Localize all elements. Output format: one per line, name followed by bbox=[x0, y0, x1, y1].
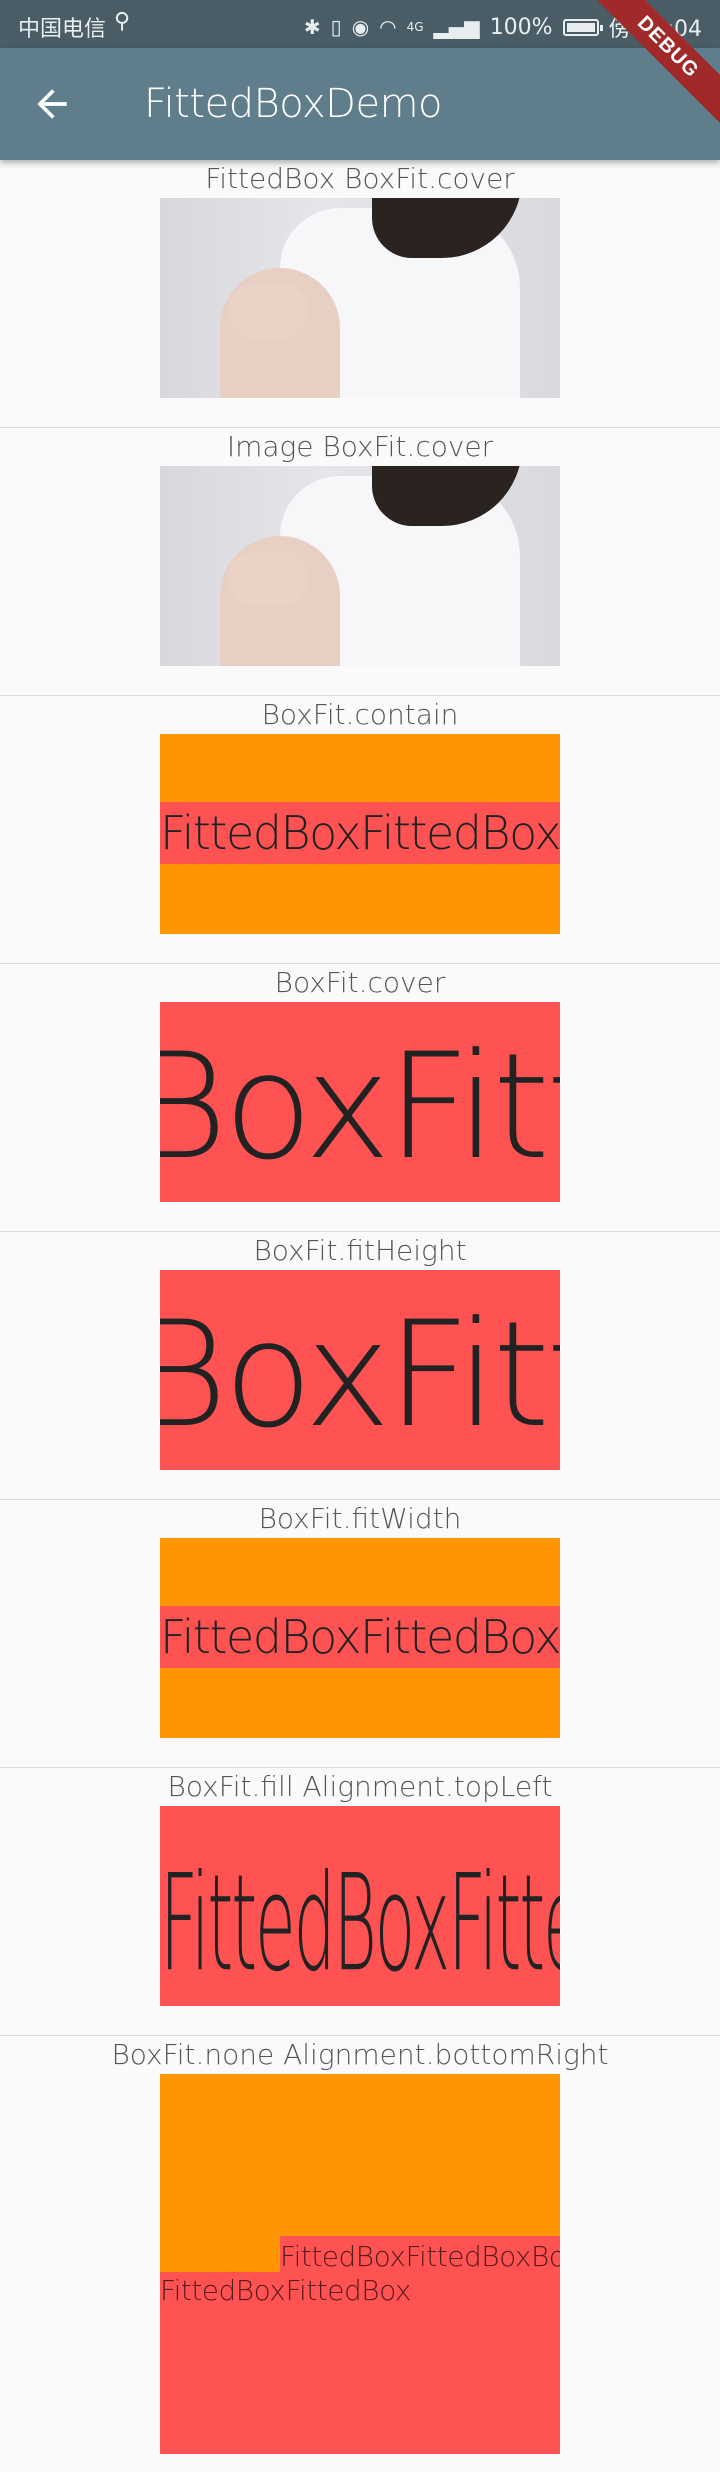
portrait-photo bbox=[160, 466, 560, 666]
fitted-box: FittedBoxFittedBox bbox=[160, 1538, 560, 1738]
network-type-label: 4G bbox=[406, 20, 424, 34]
demo-fit-width: BoxFit.fitWidth FittedBoxFittedBox bbox=[0, 1500, 720, 1768]
carrier-label: 中国电信 bbox=[18, 17, 107, 42]
demo-fittedbox-cover: FittedBox BoxFit.cover bbox=[0, 160, 720, 428]
fitted-box: FittedBoxFittedBox bbox=[160, 734, 560, 934]
fitted-box: FittedBoxFittedBox bbox=[160, 1806, 560, 2006]
fitted-box: BoxFitt bbox=[160, 1002, 560, 1202]
section-label: BoxFit.fitHeight bbox=[253, 1234, 467, 1267]
section-label: BoxFit.fitWidth bbox=[258, 1502, 462, 1535]
fitted-box: FittedBoxFittedBoxBox FittedBoxFittedBox bbox=[160, 2074, 560, 2454]
fitted-text: FittedBoxFittedBox bbox=[160, 1610, 560, 1664]
fitted-text: FittedBoxFittedBox bbox=[160, 1846, 560, 2002]
wifi-icon: ◠ bbox=[379, 15, 397, 39]
fitted-text: BoxFitt bbox=[160, 1022, 560, 1192]
usb-icon: ⚲ bbox=[114, 9, 131, 34]
section-label: FittedBox BoxFit.cover bbox=[205, 162, 515, 195]
fitted-box: BoxFitt bbox=[160, 1270, 560, 1470]
text-band: FittedBoxFittedBox bbox=[160, 802, 560, 864]
demo-none: BoxFit.none Alignment.bottomRight Fitted… bbox=[0, 2036, 720, 2454]
fitted-text: BoxFitt bbox=[160, 1290, 560, 1460]
bluetooth-icon: ✱ bbox=[303, 15, 321, 39]
section-label: BoxFit.cover bbox=[274, 966, 446, 999]
battery-icon bbox=[562, 18, 603, 36]
app-bar: FittedBoxDemo bbox=[0, 48, 720, 160]
eye-icon: ◉ bbox=[351, 15, 370, 39]
section-label: Image BoxFit.cover bbox=[226, 430, 494, 463]
demo-contain: BoxFit.contain FittedBoxFittedBox bbox=[0, 696, 720, 964]
demo-fit-height: BoxFit.fitHeight BoxFitt bbox=[0, 1232, 720, 1500]
fitted-text: FittedBoxFittedBox bbox=[160, 806, 560, 860]
section-label: BoxFit.none Alignment.bottomRight bbox=[111, 2038, 609, 2071]
demo-image-cover: Image BoxFit.cover bbox=[0, 428, 720, 696]
text-band: FittedBoxFittedBox bbox=[160, 1606, 560, 1668]
section-label: BoxFit.fill Alignment.topLeft bbox=[167, 1770, 553, 1803]
fitted-text-line2: FittedBoxFittedBox bbox=[160, 2274, 411, 2307]
fitted-text-line1: FittedBoxFittedBoxBox bbox=[280, 2240, 560, 2273]
arrow-back-icon[interactable] bbox=[30, 82, 74, 126]
page-title: FittedBoxDemo bbox=[144, 81, 443, 127]
demo-cover: BoxFit.cover BoxFitt bbox=[0, 964, 720, 1232]
battery-percent: 100% bbox=[489, 14, 553, 40]
vibrate-icon: ▯ bbox=[330, 15, 342, 39]
portrait-photo bbox=[160, 198, 560, 398]
signal-icon: ▂▄▆ bbox=[433, 15, 480, 39]
section-label: BoxFit.contain bbox=[261, 698, 459, 731]
demo-fill: BoxFit.fill Alignment.topLeft FittedBoxF… bbox=[0, 1768, 720, 2036]
